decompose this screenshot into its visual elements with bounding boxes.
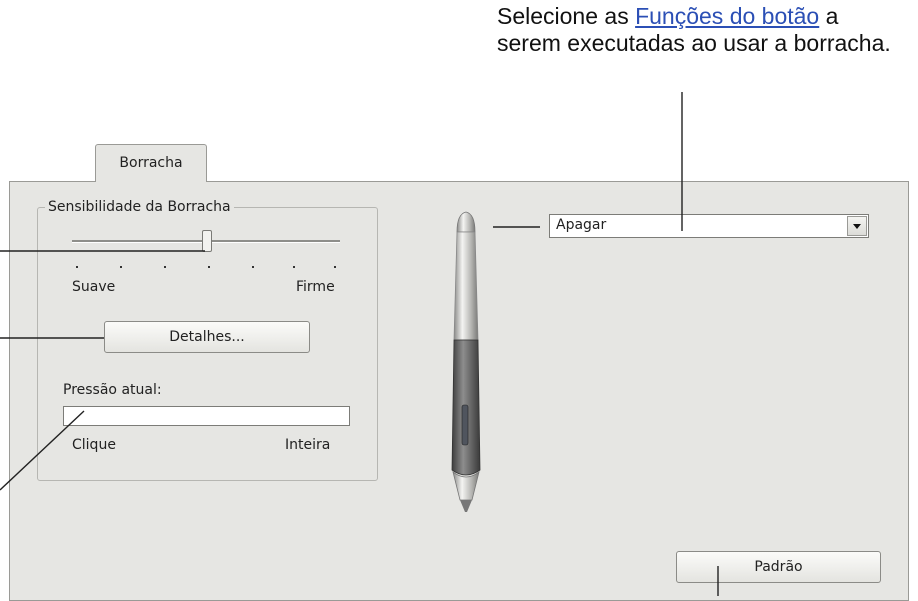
callout-leader-lines xyxy=(0,92,719,596)
tab-borracha[interactable]: Borracha xyxy=(95,144,207,182)
tab-label: Borracha xyxy=(119,155,183,171)
leader-line xyxy=(0,410,85,491)
